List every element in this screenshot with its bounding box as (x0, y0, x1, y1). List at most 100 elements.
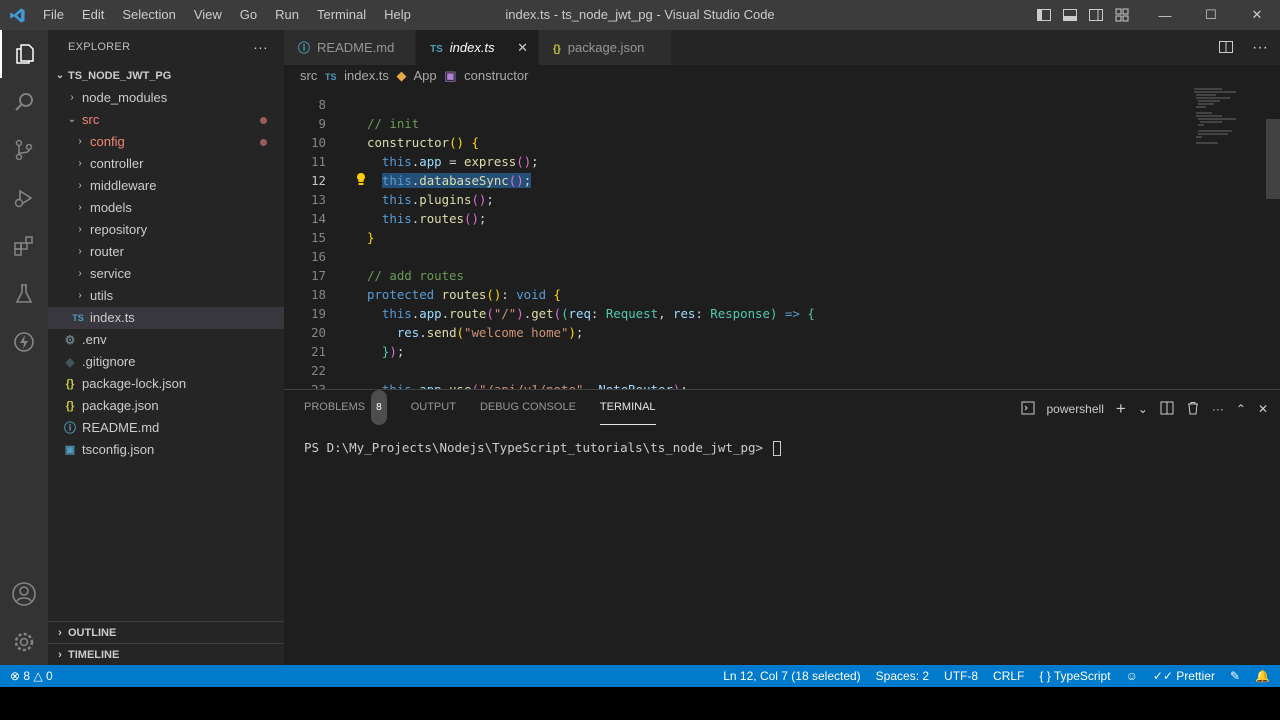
maximize-panel-icon[interactable]: ⌃ (1236, 402, 1246, 416)
menu-selection[interactable]: Selection (113, 0, 184, 30)
prettier-status[interactable]: ✓✓ Prettier (1153, 665, 1215, 687)
tree-item-middleware[interactable]: › middleware (48, 175, 284, 197)
customize-layout-icon[interactable] (1114, 7, 1130, 23)
indentation[interactable]: Spaces: 2 (876, 665, 929, 687)
terminal-output[interactable]: PS D:\My_Projects\Nodejs\TypeScript_tuto… (304, 440, 781, 456)
minimap[interactable] (1192, 87, 1240, 157)
code-line[interactable]: 14 this.routes(); (284, 209, 1184, 228)
menu-go[interactable]: Go (231, 0, 266, 30)
outline-section[interactable]: › OUTLINE (48, 621, 284, 643)
code-line[interactable]: 17 // add routes (284, 266, 1184, 285)
line-ending[interactable]: CRLF (993, 665, 1024, 687)
tree-item-models[interactable]: › models (48, 197, 284, 219)
close-tab-icon[interactable]: ✕ (517, 30, 528, 65)
extensions-icon[interactable] (0, 222, 48, 270)
testing-icon[interactable] (0, 270, 48, 318)
language-mode[interactable]: { } TypeScript (1039, 665, 1110, 687)
tree-item-controller[interactable]: › controller (48, 153, 284, 175)
tree-item-package-lock-json[interactable]: {} package-lock.json (48, 373, 284, 395)
tree-item-node-modules[interactable]: › node_modules (48, 87, 284, 109)
copilot-icon[interactable]: ☺ (1126, 665, 1138, 687)
trash-icon[interactable] (1186, 401, 1200, 418)
split-terminal-icon[interactable] (1160, 401, 1174, 418)
code-line[interactable]: 8 (284, 95, 1184, 114)
run-debug-icon[interactable] (0, 174, 48, 222)
problems-status[interactable]: ⊗ 8 △ 0 (10, 665, 53, 687)
tree-item-index-ts[interactable]: TS index.ts (48, 307, 284, 329)
tab-output[interactable]: OUTPUT (411, 390, 456, 425)
manage-gear-icon[interactable] (0, 618, 48, 666)
code-line[interactable]: 21 }); (284, 342, 1184, 361)
source-control-icon[interactable] (0, 126, 48, 174)
tree-item-gitignore[interactable]: ◆ .gitignore (48, 351, 284, 373)
tree-item-env[interactable]: ⚙ .env (48, 329, 284, 351)
tree-item-tsconfig[interactable]: ▣ tsconfig.json (48, 439, 284, 461)
editor-scrollbar[interactable] (1266, 119, 1280, 199)
workspace-root[interactable]: ⌄ TS_NODE_JWT_PG (48, 65, 284, 87)
menu-help[interactable]: Help (375, 0, 420, 30)
split-editor-icon[interactable] (1218, 39, 1234, 60)
notifications-bell-icon[interactable]: 🔔 (1255, 665, 1270, 687)
breadcrumb-method[interactable]: constructor (464, 68, 528, 83)
account-icon[interactable] (0, 570, 48, 618)
code-text: this.app.route("/").get((req: Request, r… (381, 306, 815, 321)
tree-item-utils[interactable]: › utils (48, 285, 284, 307)
menu-run[interactable]: Run (266, 0, 308, 30)
code-text: this.app = express(); (381, 154, 539, 169)
close-window-icon[interactable]: ✕ (1234, 0, 1280, 30)
more-actions-icon[interactable]: ··· (1252, 39, 1268, 60)
encoding[interactable]: UTF-8 (944, 665, 978, 687)
tree-item-src[interactable]: ⌄ src (48, 109, 284, 131)
menu-terminal[interactable]: Terminal (308, 0, 375, 30)
tab-package-json[interactable]: {} package.json (539, 30, 671, 65)
code-line[interactable]: 20 res.send("welcome home"); (284, 323, 1184, 342)
shell-selector[interactable]: powershell (1047, 402, 1104, 416)
tree-item-service[interactable]: › service (48, 263, 284, 285)
code-line[interactable]: 15} (284, 228, 1184, 247)
menu-view[interactable]: View (185, 0, 231, 30)
toggle-panel-icon[interactable] (1062, 7, 1078, 23)
tree-item-package-json[interactable]: {} package.json (48, 395, 284, 417)
code-line[interactable]: 12 this.databaseSync(); (284, 171, 1184, 190)
search-icon[interactable] (0, 78, 48, 126)
menu-edit[interactable]: Edit (73, 0, 113, 30)
tree-item-readme[interactable]: ⓘ README.md (48, 417, 284, 439)
breadcrumb-class[interactable]: App (413, 68, 436, 83)
tab-problems[interactable]: PROBLEMS 8 (304, 390, 387, 425)
remote-explorer-icon[interactable] (0, 318, 48, 366)
breadcrumb-file[interactable]: index.ts (344, 68, 389, 83)
code-line[interactable]: 22 (284, 361, 1184, 380)
code-line[interactable]: 18 protected routes(): void { (284, 285, 1184, 304)
explorer-icon[interactable] (0, 30, 48, 78)
more-actions-icon[interactable]: ··· (1212, 402, 1224, 416)
maximize-icon[interactable]: ☐ (1188, 0, 1234, 30)
menu-file[interactable]: File (34, 0, 73, 30)
code-line[interactable]: 23 this.app.use("/api/v1/note", NoteRout… (284, 380, 1184, 389)
tab-readme[interactable]: ⓘ README.md (284, 30, 415, 65)
tab-index-ts[interactable]: TS index.ts ✕ (416, 30, 538, 65)
tab-terminal[interactable]: TERMINAL (599, 390, 656, 425)
code-line[interactable]: 10 constructor() { (284, 133, 1184, 152)
chevron-down-icon[interactable]: ⌄ (1138, 402, 1148, 416)
feedback-icon[interactable]: ✎ (1230, 665, 1240, 687)
code-line[interactable]: 11 this.app = express(); (284, 152, 1184, 171)
new-terminal-icon[interactable]: + (1116, 399, 1126, 419)
minimize-icon[interactable]: — (1142, 0, 1188, 30)
code-line[interactable]: 13 this.plugins(); (284, 190, 1184, 209)
lightbulb-icon[interactable] (354, 172, 368, 186)
tree-item-config[interactable]: › config (48, 131, 284, 153)
tree-item-repository[interactable]: › repository (48, 219, 284, 241)
more-actions-icon[interactable]: ··· (253, 30, 268, 65)
code-line[interactable]: 16 (284, 247, 1184, 266)
cursor-position[interactable]: Ln 12, Col 7 (18 selected) (723, 665, 860, 687)
code-editor[interactable]: 8 9 // init 10 constructor() {11 this.app = … (284, 87, 1280, 389)
timeline-section[interactable]: › TIMELINE (48, 643, 284, 665)
close-panel-icon[interactable]: ✕ (1258, 402, 1268, 416)
toggle-secondary-sidebar-icon[interactable] (1088, 7, 1104, 23)
toggle-sidebar-icon[interactable] (1036, 7, 1052, 23)
tree-item-router[interactable]: › router (48, 241, 284, 263)
breadcrumb-src[interactable]: src (300, 68, 317, 83)
tab-debug-console[interactable]: DEBUG CONSOLE (480, 390, 576, 425)
code-line[interactable]: 19 this.app.route("/").get((req: Request… (284, 304, 1184, 323)
code-line[interactable]: 9 // init (284, 114, 1184, 133)
